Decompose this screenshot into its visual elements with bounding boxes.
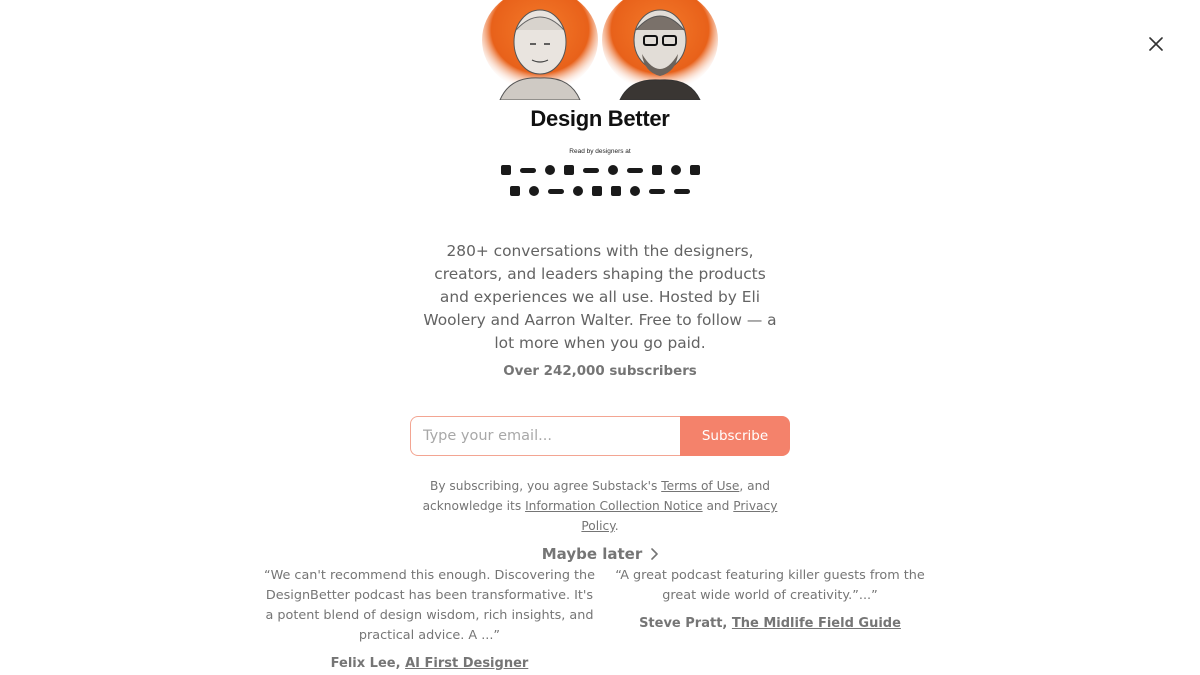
email-input[interactable] [410, 416, 680, 456]
logo-icon [500, 165, 511, 175]
logo-icon [582, 168, 599, 173]
testimonial: “We can't recommend this enough. Discove… [262, 566, 597, 674]
testimonial-author: Steve Pratt, [639, 616, 732, 631]
logo-icon [689, 165, 700, 175]
chevron-right-icon [651, 548, 659, 560]
logo-icon [592, 186, 602, 196]
logo-icon [630, 186, 640, 196]
cover-read-by: Read by designers at [569, 148, 631, 155]
terms-of-use-link[interactable]: Terms of Use [661, 479, 739, 493]
logo-icon [544, 165, 555, 175]
logo-icon [548, 189, 564, 194]
testimonial-quote: “We can't recommend this enough. Discove… [263, 568, 596, 643]
testimonial-attribution: Felix Lee, AI First Designer [262, 654, 597, 674]
logo-icon [519, 168, 536, 173]
testimonial-quote: “A great podcast featuring killer guests… [615, 568, 925, 603]
maybe-later-button[interactable]: Maybe later [500, 545, 700, 563]
testimonial-author: Felix Lee, [330, 656, 406, 671]
podcast-cover-art: Design Better Read by designers at [480, 0, 720, 205]
logo-icon [611, 186, 621, 196]
legal-and: and [702, 499, 734, 513]
close-button[interactable] [1144, 32, 1168, 56]
partner-logos-row-1 [500, 165, 700, 175]
logo-icon [649, 189, 665, 194]
hosts-illustration [482, 0, 718, 100]
legal-notice: By subscribing, you agree Substack's Ter… [405, 476, 795, 536]
testimonial: “A great podcast featuring killer guests… [605, 566, 935, 634]
legal-prefix: By subscribing, you agree Substack's [429, 479, 662, 493]
maybe-later-label: Maybe later [541, 545, 643, 563]
logo-icon [607, 165, 618, 175]
subscriber-count: Over 242,000 subscribers [503, 364, 697, 379]
subscribe-button[interactable]: Subscribe [680, 416, 790, 456]
testimonial-publication-link[interactable]: AI First Designer [405, 656, 528, 671]
logo-icon [529, 186, 539, 196]
logo-icon [670, 165, 681, 175]
publication-description: 280+ conversations with the designers, c… [423, 242, 777, 352]
legal-end: . [614, 519, 619, 533]
subscribe-form: Subscribe [410, 416, 790, 456]
logo-icon [626, 168, 643, 173]
logo-icon [651, 165, 662, 175]
close-icon [1149, 37, 1163, 51]
logo-icon [674, 189, 690, 194]
logo-icon [563, 165, 574, 175]
testimonial-attribution: Steve Pratt, The Midlife Field Guide [605, 614, 935, 634]
testimonial-publication-link[interactable]: The Midlife Field Guide [732, 616, 901, 631]
partner-logos-row-2 [500, 186, 700, 196]
cover-title: Design Better [530, 106, 670, 131]
logo-icon [510, 186, 520, 196]
logo-icon [573, 186, 583, 196]
information-collection-notice-link[interactable]: Information Collection Notice [525, 499, 703, 513]
